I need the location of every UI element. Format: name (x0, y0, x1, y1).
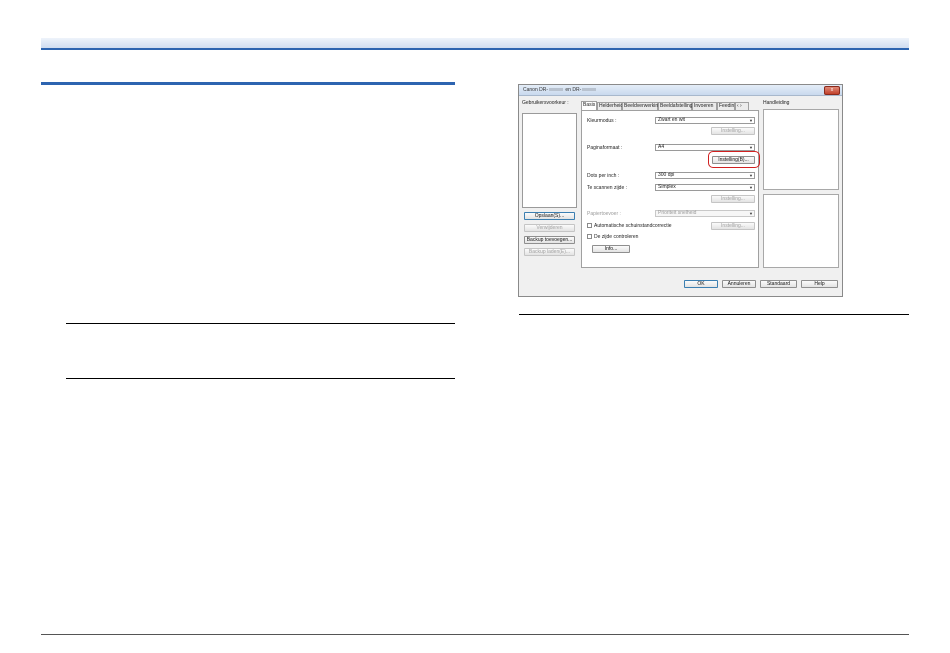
feeding-value: Prioriteit snelheid (658, 210, 697, 216)
backup-add-button[interactable]: Backup toevoegen... (524, 236, 575, 244)
tab-scroll-arrows[interactable]: ‹ › (735, 102, 749, 110)
feeding-label: Papiertoevoer : (587, 211, 621, 217)
header-band (41, 38, 909, 50)
tab-image-adjustment[interactable]: Beeldafstelling (658, 102, 693, 110)
backup-restore-button[interactable]: Backup laden(E)... (524, 248, 575, 256)
redacted-model (582, 88, 597, 92)
tab-feeding[interactable]: Invoeren (692, 102, 717, 110)
dpi-label: Dots per inch : (587, 173, 620, 179)
help-label: Handleiding (763, 100, 790, 106)
color-mode-label: Kleurmodus : (587, 118, 617, 124)
color-mode-settings-button[interactable]: Instelling... (711, 127, 755, 135)
page-size-label: Paginaformaat : (587, 145, 623, 151)
tab-feed[interactable]: Feedin (717, 102, 735, 110)
dpi-select[interactable]: 300 dpi ▼ (655, 172, 755, 179)
save-button[interactable]: Opslaan(S)... (524, 212, 575, 220)
scanning-side-label: Te scannen zijde : (587, 185, 628, 191)
highlight-callout (708, 151, 760, 168)
ok-button[interactable]: OK (684, 280, 718, 288)
dropdown-arrow-icon: ▼ (749, 173, 753, 178)
help-preview-top (763, 109, 839, 190)
cancel-button[interactable]: Annuleren (722, 280, 756, 288)
help-preview-bottom (763, 194, 839, 268)
tab-brightness[interactable]: Helderheid (597, 102, 623, 110)
page-size-select[interactable]: A4 ▼ (655, 144, 755, 151)
note-top-rule (66, 323, 455, 324)
dpi-value: 300 dpi (658, 172, 675, 178)
info-button[interactable]: Info... (592, 245, 630, 253)
close-button[interactable]: x (824, 86, 840, 95)
scanning-side-select[interactable]: Simplex ▼ (655, 184, 755, 191)
feeding-select[interactable]: Prioriteit snelheid ▼ (655, 210, 755, 217)
scanning-side-value: Simplex (658, 184, 676, 190)
dropdown-arrow-icon: ▼ (749, 118, 753, 123)
dropdown-arrow-icon: ▼ (749, 145, 753, 150)
deskew-label: Automatische schuinstandcorrectie (594, 223, 672, 229)
scanning-side-settings-button[interactable]: Instelling... (711, 195, 755, 203)
color-mode-value: Zwart en wit (658, 117, 685, 123)
tab-image-processing[interactable]: Beeldverwerking (622, 102, 661, 110)
user-prefs-list[interactable] (522, 113, 577, 208)
footer-rule (41, 634, 909, 635)
deskew-settings-button[interactable]: Instelling... (711, 222, 755, 230)
deskew-checkbox[interactable] (587, 223, 592, 228)
default-button[interactable]: Standaard (760, 280, 797, 288)
basic-tab-panel: Kleurmodus : Zwart en wit ▼ Instelling...… (581, 110, 759, 268)
page-size-value: A4 (658, 144, 665, 150)
tab-basic[interactable]: Basis (581, 101, 597, 110)
check-side-checkbox[interactable] (587, 234, 592, 239)
check-side-label: De zijde controleren (594, 234, 639, 240)
user-prefs-label: Gebruikersvoorkeur : (522, 100, 569, 106)
redacted-model (549, 88, 564, 92)
scanner-settings-dialog: Canon DR- en DR- x Gebruikersvoorkeur : … (518, 84, 843, 297)
dropdown-arrow-icon: ▼ (749, 211, 753, 216)
dialog-titlebar: Canon DR- en DR- x (519, 85, 842, 96)
figure-divider (519, 314, 909, 315)
section-heading-rule (41, 82, 455, 85)
note-bottom-rule (66, 378, 455, 379)
color-mode-select[interactable]: Zwart en wit ▼ (655, 117, 755, 124)
dialog-title: Canon DR- en DR- (523, 87, 597, 93)
help-button[interactable]: Help (801, 280, 838, 288)
delete-button[interactable]: Verwijderen (524, 224, 575, 232)
dropdown-arrow-icon: ▼ (749, 185, 753, 190)
